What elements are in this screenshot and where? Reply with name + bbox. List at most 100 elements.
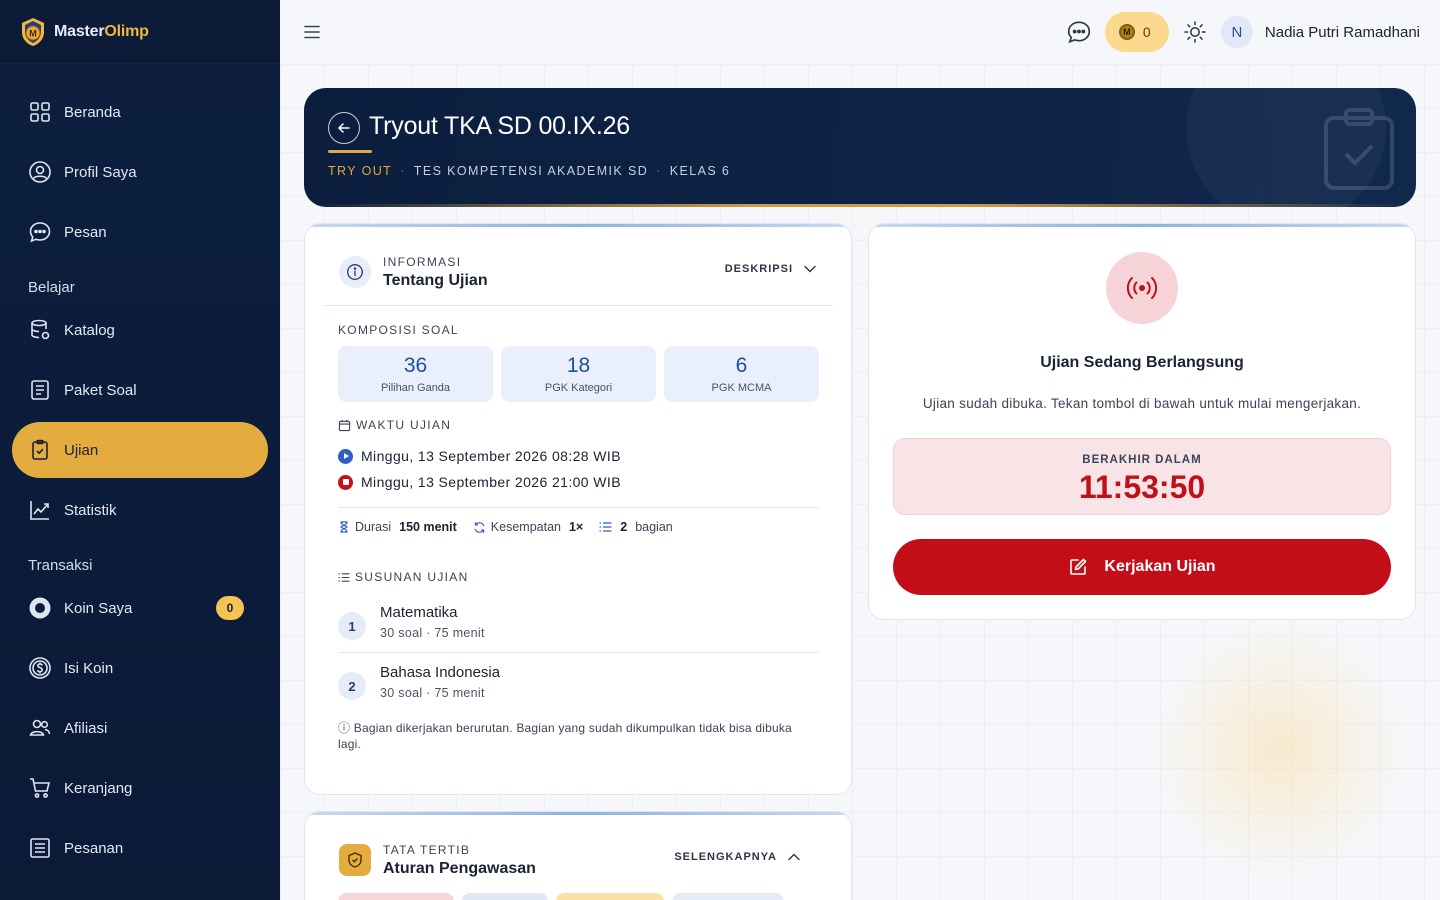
countdown-label: BERAKHIR DALAM	[1082, 454, 1202, 466]
sidebar-item-label: Koin Saya	[64, 599, 133, 617]
chat-bubble-icon	[29, 222, 51, 243]
avatar[interactable]: N	[1220, 16, 1253, 48]
sidebar-item-label: Keranjang	[64, 779, 133, 797]
sidebar-item-label: Beranda	[64, 103, 121, 121]
structure-heading: SUSUNAN UJIAN	[338, 570, 469, 584]
coin-balance-pill[interactable]: M 0	[1104, 12, 1169, 52]
sidebar-item-label: Profil Saya	[64, 163, 137, 181]
theme-toggle-button[interactable]	[1181, 18, 1209, 46]
info-icon: ⓘ	[338, 721, 351, 735]
sun-icon	[1184, 21, 1206, 43]
sidebar-item-afiliasi[interactable]: Afiliasi	[12, 700, 268, 756]
divider	[338, 507, 819, 508]
sidebar-item-pesanan[interactable]: Pesanan	[12, 820, 268, 876]
exam-grade: KELAS 6	[669, 164, 731, 178]
info-title: Tentang Ujian	[383, 272, 488, 289]
sidebar-item-statistik[interactable]: Statistik	[12, 482, 268, 538]
countdown-panel: BERAKHIR DALAM 11:53:50	[893, 438, 1391, 515]
start-time-text: Minggu, 13 September 2026 08:28 WIB	[361, 448, 621, 464]
hourglass-icon	[340, 521, 348, 533]
exam-time-heading: WAKTU UJIAN	[338, 418, 451, 432]
list-item: 2 Bahasa Indonesia 30 soal · 75 menit	[338, 662, 819, 718]
play-icon	[338, 448, 353, 464]
exam-hero-banner: Tryout TKA SD 00.IX.26 TRY OUT · TES KOM…	[304, 88, 1416, 207]
document-list-icon	[31, 380, 49, 400]
stop-icon	[338, 474, 353, 490]
composition-label: KOMPOSISI SOAL	[338, 323, 459, 337]
sidebar-nav: Beranda Profil Saya Pesan Belajar Katalo…	[0, 64, 280, 876]
coin-count: 0	[1142, 24, 1151, 40]
sidebar-item-beranda[interactable]: Beranda	[12, 84, 268, 140]
sidebar-item-keranjang[interactable]: Keranjang	[12, 760, 268, 816]
part-meta: 30 soal · 75 menit	[380, 626, 485, 640]
exam-info-card: INFORMASI Tentang Ujian DESKRIPSI KOMPOS…	[304, 223, 852, 795]
sidebar-item-profil[interactable]: Profil Saya	[12, 144, 268, 200]
list-icon	[599, 522, 612, 532]
sidebar-item-label: Katalog	[64, 321, 115, 339]
info-icon	[339, 256, 371, 288]
live-broadcast-icon	[1106, 252, 1178, 324]
end-time-text: Minggu, 13 September 2026 21:00 WIB	[361, 474, 621, 490]
sidebar-item-koin-saya[interactable]: Koin Saya 0	[12, 580, 268, 636]
parts-fact: 2 bagian	[599, 520, 673, 534]
clipboard-check-icon	[1324, 108, 1394, 190]
info-kicker: INFORMASI	[383, 255, 462, 269]
description-toggle-label: DESKRIPSI	[724, 263, 793, 275]
title-underline	[328, 150, 372, 153]
rules-expand-toggle[interactable]: SELENGKAPNYA	[674, 850, 801, 864]
rules-card-header: TATA TERTIB Aturan Pengawasan SELENGKAPN…	[323, 836, 833, 894]
info-card-header: INFORMASI Tentang Ujian DESKRIPSI	[323, 248, 833, 306]
sidebar-item-label: Isi Koin	[64, 659, 114, 677]
dollar-circle-icon	[29, 657, 51, 679]
sidebar-section-belajar: Belajar	[28, 279, 75, 296]
attempts-value: 1×	[568, 520, 584, 534]
exam-start-time: Minggu, 13 September 2026 08:28 WIB	[338, 448, 621, 464]
cart-icon	[30, 778, 51, 798]
list-icon	[338, 572, 350, 582]
sidebar-item-paket-soal[interactable]: Paket Soal	[12, 362, 268, 418]
structure-label: SUSUNAN UJIAN	[355, 570, 469, 584]
stat-label: PGK MCMA	[711, 381, 772, 394]
back-button[interactable]	[328, 112, 360, 144]
sidebar-item-ujian[interactable]: Ujian	[12, 422, 268, 478]
coin-icon	[29, 597, 51, 619]
sidebar-item-isi-koin[interactable]: Isi Koin	[12, 640, 268, 696]
start-exam-label: Kerjakan Ujian	[1104, 558, 1216, 575]
clipboard-check-icon	[32, 439, 48, 460]
start-exam-button[interactable]: Kerjakan Ujian	[893, 539, 1391, 595]
chat-bubble-icon	[1067, 21, 1091, 44]
sidebar-item-katalog[interactable]: Katalog	[12, 302, 268, 358]
chevron-up-icon	[788, 853, 800, 861]
description-toggle[interactable]: DESKRIPSI	[725, 262, 817, 276]
calendar-icon	[338, 419, 351, 431]
sidebar-item-pesan[interactable]: Pesan	[12, 204, 268, 260]
exam-status-card: Ujian Sedang Berlangsung Ujian sudah dib…	[868, 223, 1416, 620]
masterolimp-logo: M	[22, 17, 44, 46]
sidebar-item-label: Statistik	[64, 501, 117, 519]
coin-icon: M	[1118, 24, 1135, 40]
part-title: Bahasa Indonesia	[380, 664, 501, 681]
chevron-down-icon	[804, 265, 816, 273]
separator: ·	[400, 164, 406, 178]
rule-chip	[556, 893, 664, 900]
brand[interactable]: M MasterOlimp	[0, 0, 280, 64]
chart-line-icon	[30, 501, 49, 520]
rules-card: TATA TERTIB Aturan Pengawasan SELENGKAPN…	[304, 811, 852, 900]
sidebar-item-label: Ujian	[64, 441, 99, 459]
topbar-actions: M 0 N Nadia Putri Ramadhani	[1065, 12, 1420, 52]
messages-button[interactable]	[1065, 18, 1093, 46]
sidebar-item-label: Pesanan	[64, 839, 124, 857]
user-circle-icon	[29, 161, 51, 183]
exam-time-label: WAKTU UJIAN	[356, 418, 452, 432]
page-title: Tryout TKA SD 00.IX.26	[369, 112, 631, 140]
rules-kicker: TATA TERTIB	[383, 843, 471, 857]
receipt-icon	[30, 838, 50, 858]
rules-title: Aturan Pengawasan	[383, 860, 536, 877]
part-title: Matematika	[380, 604, 458, 621]
refresh-icon	[474, 521, 485, 533]
menu-icon[interactable]	[302, 22, 322, 42]
breadcrumb: TRY OUT · TES KOMPETENSI AKADEMIK SD · K…	[328, 164, 730, 178]
sidebar-section-transaksi: Transaksi	[28, 557, 93, 574]
user-name[interactable]: Nadia Putri Ramadhani	[1265, 24, 1420, 41]
duration-fact: Durasi 150 menit	[338, 520, 457, 534]
